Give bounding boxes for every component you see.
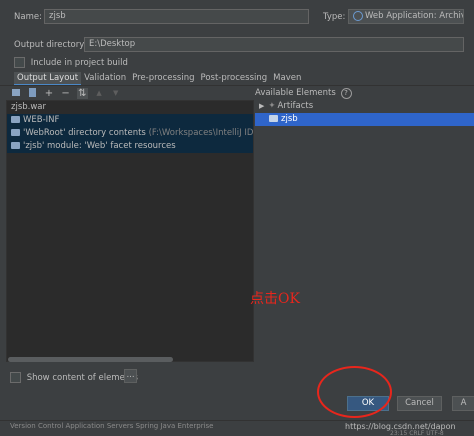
checkbox-box[interactable] — [10, 372, 21, 383]
expand-arrow-icon[interactable]: ▶ — [259, 102, 264, 110]
type-label: Type: — [323, 12, 346, 22]
tree-item-label: Artifacts — [277, 101, 314, 111]
type-select-value: Web Application: Archive — [365, 11, 464, 21]
tree-item-detail: (F:\Workspaces\IntelliJ IDEA 2019.1 — [148, 128, 253, 138]
tree-item-label: zjsb — [281, 114, 298, 124]
annotation-text: 点击OK — [250, 291, 300, 307]
tab-bar: Output Layout Validation Pre-processing … — [14, 72, 304, 86]
web-app-icon — [353, 10, 363, 21]
folder-icon — [269, 115, 278, 122]
tree-item-label: WEB-INF — [23, 115, 60, 125]
folder-icon[interactable] — [10, 88, 21, 99]
annotation-circle — [317, 366, 392, 418]
include-in-build-label: Include in project build — [30, 58, 128, 68]
tree-item-facet-resources[interactable]: 'zjsb' module: 'Web' facet resources — [7, 140, 253, 153]
folder-icon — [11, 116, 20, 123]
tree-item-zjsb[interactable]: zjsb — [255, 113, 474, 126]
apply-button[interactable]: A — [452, 396, 474, 411]
tab-maven[interactable]: Maven — [270, 72, 304, 84]
available-elements-header: Available Elements ? — [255, 88, 352, 99]
type-select[interactable]: Web Application: Archive — [348, 9, 464, 24]
sort-icon[interactable]: ⇅ — [76, 88, 88, 99]
status-bar-tools: Version Control Application Servers Spri… — [10, 422, 214, 430]
tree-item-web-inf[interactable]: WEB-INF — [7, 114, 253, 127]
tree-item-root[interactable]: zjsb.war — [7, 101, 253, 114]
tab-validation[interactable]: Validation — [81, 72, 129, 84]
available-elements-title: Available Elements — [255, 88, 336, 98]
add-icon[interactable]: + — [43, 88, 54, 99]
gear-icon: ✦ — [268, 101, 276, 111]
status-bar-position: 23:15 CRLF UTF-8 — [390, 430, 444, 436]
module-icon — [11, 142, 20, 149]
layout-toolbar: + − ⇅ ▲ ▼ — [10, 88, 124, 99]
tree-item-webroot[interactable]: 'WebRoot' directory contents (F:\Workspa… — [7, 127, 253, 140]
available-elements-tree[interactable]: ▶ ✦ Artifacts zjsb — [255, 100, 474, 362]
checkbox-box[interactable] — [14, 57, 25, 68]
output-layout-tree[interactable]: zjsb.war WEB-INF 'WebRoot' directory con… — [6, 100, 254, 362]
show-content-checkbox[interactable]: Show content of elements — [10, 372, 138, 383]
tab-pre-processing[interactable]: Pre-processing — [129, 72, 197, 84]
remove-icon[interactable]: − — [60, 88, 71, 99]
tab-post-processing[interactable]: Post-processing — [198, 72, 271, 84]
more-button[interactable]: ... — [124, 369, 137, 383]
help-icon[interactable]: ? — [340, 88, 352, 99]
tree-item-label: 'zjsb' module: 'Web' facet resources — [23, 141, 176, 151]
include-in-build-checkbox[interactable]: Include in project build — [14, 57, 128, 68]
show-content-label: Show content of elements — [26, 373, 138, 383]
tab-divider — [0, 85, 474, 86]
folder-icon — [11, 129, 20, 136]
down-icon[interactable]: ▼ — [110, 88, 121, 99]
up-icon[interactable]: ▲ — [94, 88, 105, 99]
name-input[interactable]: zjsb — [44, 9, 309, 24]
output-dir-input[interactable]: E:\Desktop — [84, 37, 464, 52]
cancel-button[interactable]: Cancel — [397, 396, 442, 411]
tree-item-artifacts[interactable]: ▶ ✦ Artifacts — [255, 100, 474, 113]
status-bar: Version Control Application Servers Spri… — [0, 420, 474, 436]
name-label: Name: — [14, 12, 42, 22]
output-dir-label: Output directory: — [14, 40, 87, 50]
tree-item-label: 'WebRoot' directory contents — [23, 128, 146, 138]
horizontal-scrollbar[interactable] — [8, 357, 173, 362]
tab-output-layout[interactable]: Output Layout — [14, 72, 82, 86]
tree-item-label: zjsb.war — [11, 102, 47, 112]
archive-icon[interactable] — [27, 88, 38, 99]
